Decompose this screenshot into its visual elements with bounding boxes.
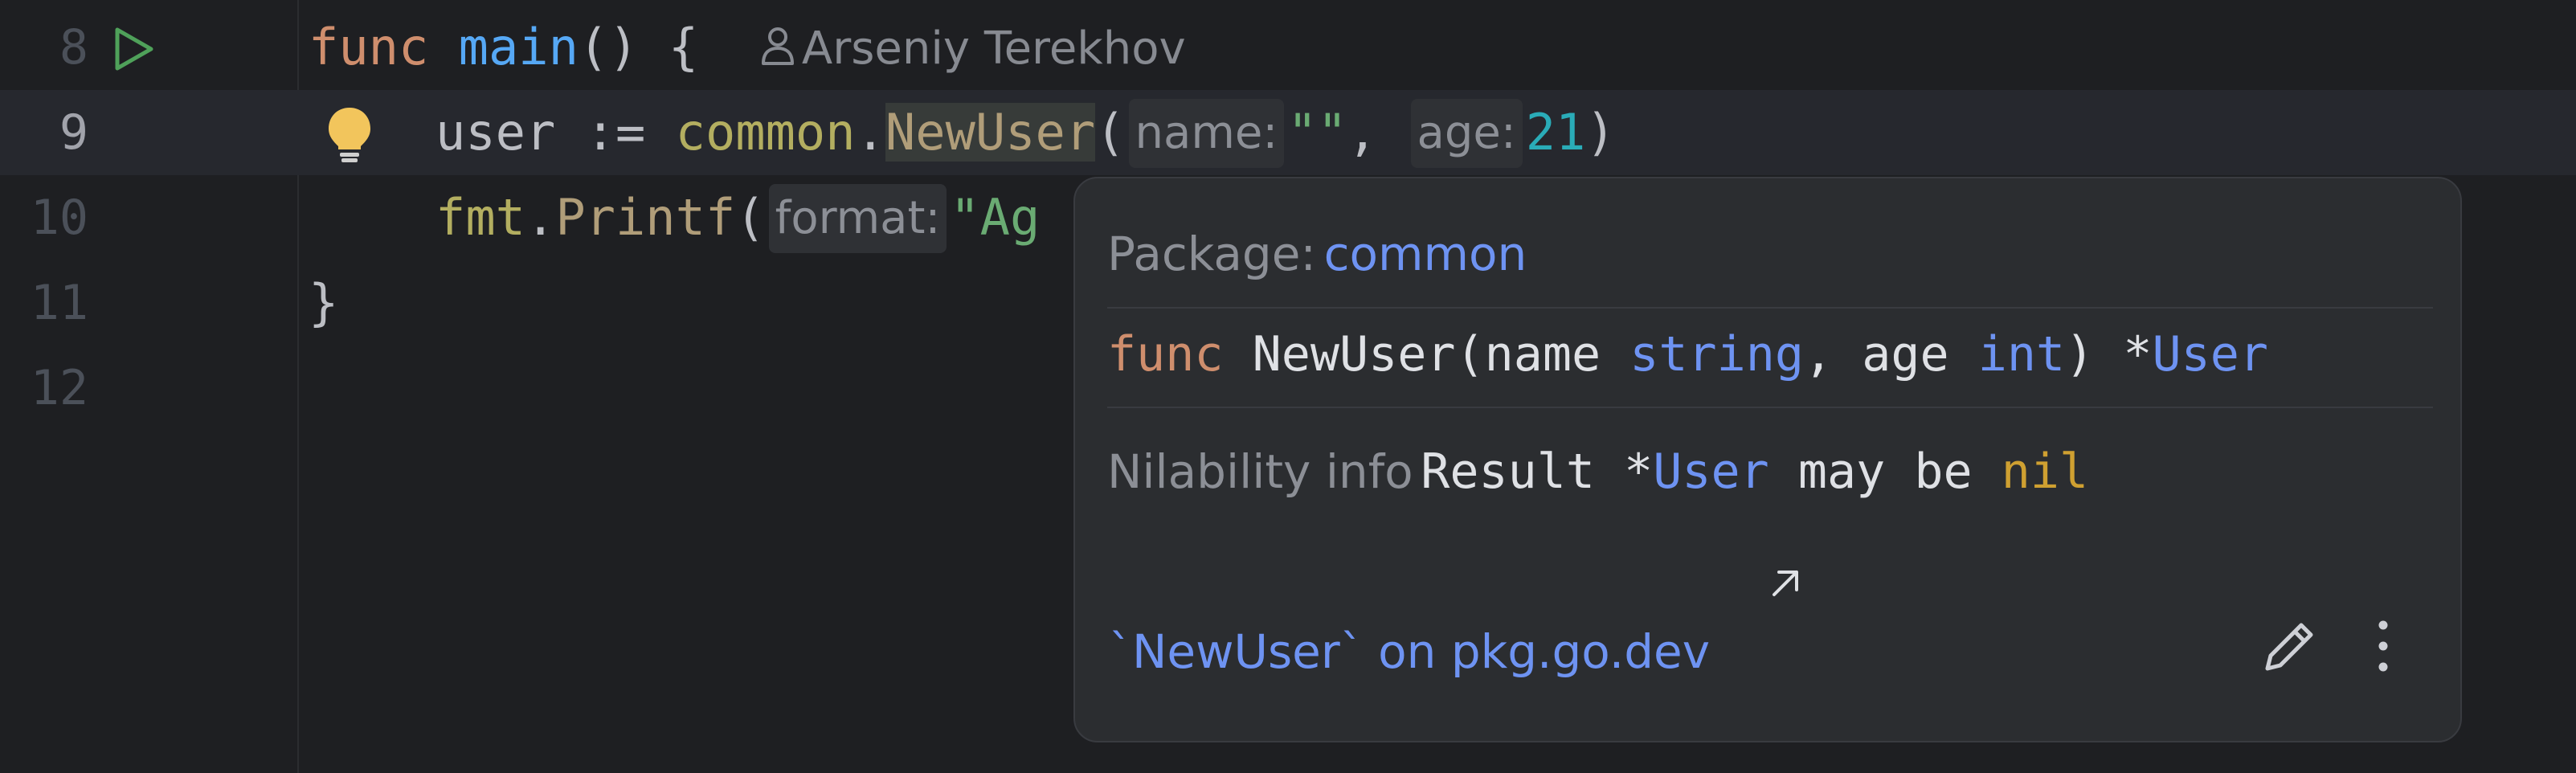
external-link-arrow-icon [1773, 571, 1798, 596]
method-call-printf: Printf [555, 188, 736, 247]
number-literal: 21 [1525, 103, 1586, 162]
signature-row: func NewUser(name string, age int) *User [1107, 326, 2433, 408]
pencil-icon[interactable] [2256, 612, 2324, 680]
code-punct: () { [578, 18, 699, 76]
nil-type-user[interactable]: User [1653, 444, 1769, 500]
intention-bulb-icon[interactable] [325, 104, 374, 164]
author-annotation[interactable]: Arseniy Terekhov [758, 6, 1186, 92]
nilability-text: Result *User may be nil [1421, 444, 2089, 500]
code-text: } [309, 273, 339, 332]
code-text: user := common.NewUser(name: "", age: 21) [435, 90, 1616, 175]
pkg-go-dev-link[interactable]: `NewUser` on pkg.go.dev [1109, 624, 1710, 679]
nil-keyword: nil [2001, 444, 2089, 500]
sig-return-type[interactable]: User [2152, 326, 2268, 382]
sig-keyword: func [1107, 326, 1224, 382]
line-number: 12 [30, 360, 88, 416]
string-literal: "Ag [950, 188, 1041, 247]
code-punct: . [855, 103, 885, 162]
line-number: 9 [59, 104, 88, 161]
package-link[interactable]: common [1324, 227, 1527, 281]
function-signature: func NewUser(name string, age int) *User [1107, 326, 2268, 382]
line-number: 8 [59, 19, 88, 76]
code-punct: ( [1095, 103, 1126, 162]
code-line-9[interactable]: 9 user := common.NewUser(name: "", age: 21… [0, 90, 2576, 175]
parameter-hint-name: name: [1128, 99, 1285, 168]
line-number: 11 [30, 275, 88, 331]
sig-param: , age [1803, 326, 1978, 382]
sig-type-string[interactable]: string [1629, 326, 1804, 382]
quick-documentation-popup[interactable]: Package: common func NewUser(name string… [1073, 177, 2462, 742]
code-text: fmt.Printf(format: "Ag [435, 175, 1040, 260]
function-name: main [458, 18, 579, 76]
method-call-newuser[interactable]: NewUser [885, 103, 1096, 162]
code-editor[interactable]: 8 func main() { Arseniy Terekhov 9 user … [0, 0, 2576, 773]
sig-name: NewUser(name [1223, 326, 1630, 382]
string-literal: "" [1287, 103, 1347, 162]
code-var: user := [435, 103, 676, 162]
code-text: func main() { Arseniy Terekhov [309, 5, 1186, 92]
parameter-hint-format: format: [768, 184, 947, 253]
package-label: Package: [1107, 227, 1316, 281]
code-line-8[interactable]: 8 func main() { Arseniy Terekhov [0, 5, 2576, 90]
line-number: 10 [30, 190, 88, 246]
package-ref: common [675, 103, 856, 162]
run-gutter-icon[interactable] [109, 25, 157, 73]
more-vertical-icon[interactable] [2359, 612, 2407, 680]
parameter-hint-age: age: [1410, 99, 1523, 168]
person-icon [761, 27, 794, 65]
author-name: Arseniy Terekhov [801, 22, 1186, 75]
sig-type-int[interactable]: int [1978, 326, 2065, 382]
sig-punct: ) * [2065, 326, 2153, 382]
code-punct: . [525, 188, 556, 247]
code-punct: ) [1585, 103, 1616, 162]
code-punct: , [1347, 103, 1378, 162]
code-punct: ( [735, 188, 766, 247]
nilability-row: Nilability info Result *User may be nil [1107, 444, 2433, 524]
keyword-func: func [309, 18, 429, 76]
package-row: Package: common [1107, 227, 2433, 309]
package-ref: fmt [435, 188, 525, 247]
nilability-label: Nilability info [1107, 444, 1413, 499]
